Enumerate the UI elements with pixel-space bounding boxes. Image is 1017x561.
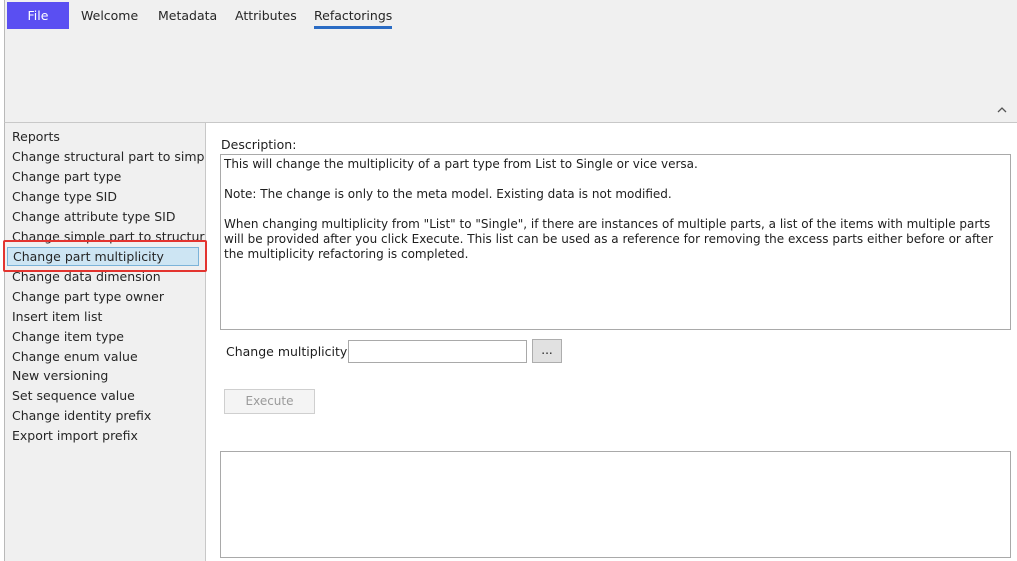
description-line: Note: The change is only to the meta mod… [224, 187, 672, 201]
list-item[interactable]: Change item type [7, 327, 199, 346]
multiplicity-input[interactable] [348, 340, 527, 363]
description-line: This will change the multiplicity of a p… [224, 157, 698, 171]
list-item[interactable]: Change enum value [7, 347, 199, 366]
chevron-up-icon[interactable] [995, 104, 1009, 118]
output-textbox[interactable] [220, 451, 1011, 558]
list-item[interactable]: Change attribute type SID [7, 207, 199, 226]
browse-button[interactable]: ... [532, 339, 562, 363]
ribbon: File Welcome Metadata Attributes Refacto… [4, 0, 1017, 123]
tab-welcome[interactable]: Welcome [81, 2, 138, 29]
description-label: Description: [221, 137, 297, 152]
description-line: When changing multiplicity from "List" t… [224, 217, 994, 261]
tab-file[interactable]: File [7, 2, 69, 29]
list-item[interactable]: Set sequence value [7, 386, 199, 405]
list-item[interactable]: Reports [7, 127, 199, 146]
list-item[interactable]: New versioning [7, 366, 199, 385]
multiplicity-label: Change multiplicity of [226, 344, 364, 359]
list-item[interactable]: Change simple part to structural [7, 227, 205, 246]
list-item[interactable]: Change data dimension [7, 267, 199, 286]
list-item[interactable]: Export import prefix [7, 426, 199, 445]
list-item-selected[interactable]: Change part multiplicity [7, 247, 199, 266]
list-item[interactable]: Change structural part to simple [7, 147, 205, 166]
list-item[interactable]: Change part type owner [7, 287, 199, 306]
description-text: This will change the multiplicity of a p… [220, 154, 1011, 330]
list-item[interactable]: Change type SID [7, 187, 199, 206]
list-item[interactable]: Insert item list [7, 307, 199, 326]
tab-metadata[interactable]: Metadata [158, 2, 217, 29]
execute-button[interactable]: Execute [224, 389, 315, 414]
refactorings-list: Reports Change structural part to simple… [4, 123, 206, 561]
tab-attributes[interactable]: Attributes [235, 2, 297, 29]
tab-refactorings[interactable]: Refactorings [314, 2, 393, 29]
list-item[interactable]: Change identity prefix [7, 406, 199, 425]
list-item[interactable]: Change part type [7, 167, 199, 186]
